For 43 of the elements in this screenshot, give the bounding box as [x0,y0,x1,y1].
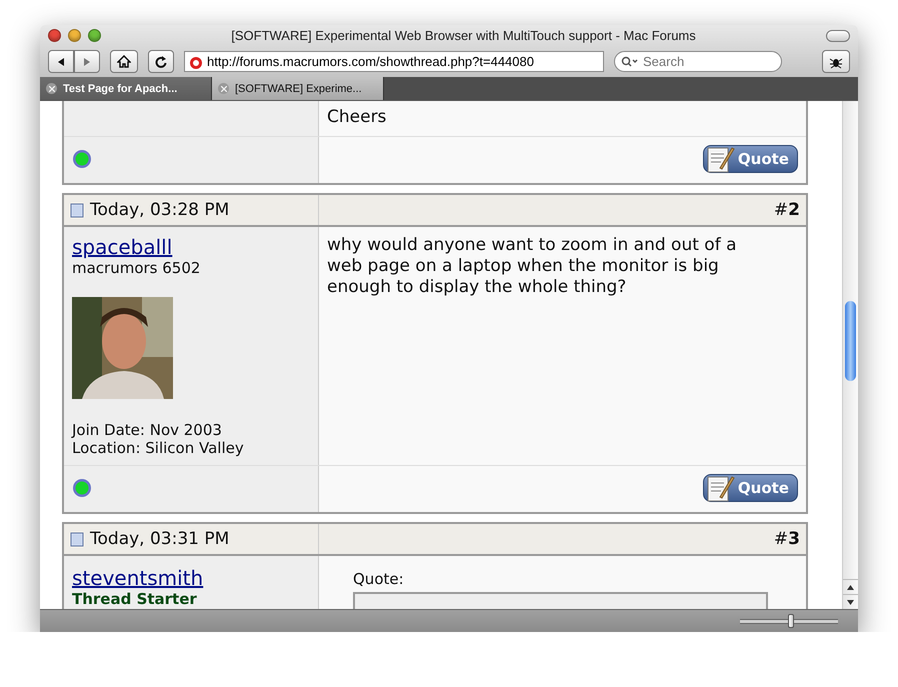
back-button[interactable] [48,50,74,73]
quote-button[interactable]: Quote [703,145,798,173]
post-date: Today, 03:31 PM [90,529,230,549]
minimize-button[interactable] [68,29,81,42]
reload-icon [155,56,167,68]
home-icon [117,55,131,68]
home-button[interactable] [110,50,138,73]
username-link[interactable]: spaceballl [72,235,310,259]
post-message: Cheers [327,107,388,128]
post-number: #2 [774,200,800,220]
window-title: [SOFTWARE] Experimental Web Browser with MultiTouch support - Mac Forums [230,28,697,43]
search-field[interactable]: Search [614,51,782,72]
forward-icon [82,56,92,66]
user-title: macrumors 6502 [72,259,202,277]
forward-button[interactable] [74,50,100,73]
browser-tab[interactable]: [SOFTWARE] Experime... [212,77,384,100]
post-message: why would anyone want to zoom in and out of a web page on a laptop when the monitor is big enough to display the whole thing? [327,235,738,298]
bug-button[interactable] [822,50,850,73]
scroll-down-icon[interactable] [847,600,854,604]
back-icon [56,56,66,66]
post-date: Today, 03:28 PM [90,200,230,220]
user-location: Location: Silicon Valley [72,439,245,457]
search-input[interactable]: Search [643,54,763,69]
close-button[interactable] [48,29,61,42]
post-number: #3 [774,529,800,549]
scroll-up-icon[interactable] [847,584,854,590]
post-icon [70,202,84,218]
zoom-button[interactable] [88,29,101,42]
quote-button[interactable]: Quote [703,474,798,502]
slider-handle[interactable] [788,614,794,628]
username-link[interactable]: steventsmith [72,566,310,590]
user-rank: Thread Starter [72,590,198,608]
address-field[interactable]: http://forums.macrumors.com/showthread.php?t=444080 [184,51,604,72]
post-icon [70,531,84,547]
scrollbar[interactable] [842,101,858,609]
browser-tab[interactable]: Test Page for Apach... [40,77,212,100]
join-date: Join Date: Nov 2003 [72,421,223,439]
scroll-thumb[interactable] [845,301,856,381]
quote-label: Quote: [353,570,405,588]
toolbar-toggle-button[interactable] [826,30,850,42]
search-icon [621,56,639,68]
reload-button[interactable] [148,50,174,73]
close-icon[interactable] [46,83,57,94]
